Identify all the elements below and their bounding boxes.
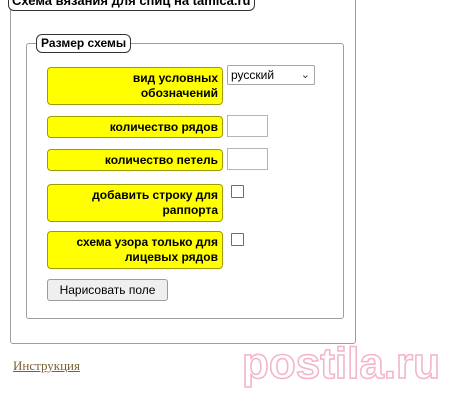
front-rows-only-checkbox[interactable] bbox=[231, 233, 244, 246]
symbols-type-selected: русский bbox=[231, 68, 275, 82]
postila-watermark: postila.ru bbox=[240, 328, 460, 396]
stitches-input[interactable] bbox=[227, 148, 268, 170]
draw-field-button[interactable]: Нарисовать поле bbox=[47, 279, 168, 301]
add-repeat-row-checkbox[interactable] bbox=[231, 185, 244, 198]
stitches-label: количество петель bbox=[47, 149, 223, 171]
symbols-type-label: вид условных обозначений bbox=[47, 67, 223, 105]
watermark-logo: postila.ru bbox=[241, 338, 441, 389]
front-rows-only-label: схема узора только для лицевых рядов bbox=[47, 231, 223, 269]
section-title: Размер схемы bbox=[36, 34, 132, 53]
form-title: Схема вязания для спиц на tamica.ru bbox=[8, 0, 255, 11]
rows-label: количество рядов bbox=[47, 116, 223, 138]
symbols-type-select[interactable]: русский ⌄ bbox=[227, 65, 315, 85]
instructions-link[interactable]: Инструкция bbox=[13, 358, 80, 374]
watermark-text: postila.ru bbox=[242, 339, 440, 388]
rows-input[interactable] bbox=[227, 115, 268, 137]
add-repeat-row-label: добавить строку для раппорта bbox=[47, 184, 223, 222]
chevron-down-icon: ⌄ bbox=[300, 69, 310, 81]
